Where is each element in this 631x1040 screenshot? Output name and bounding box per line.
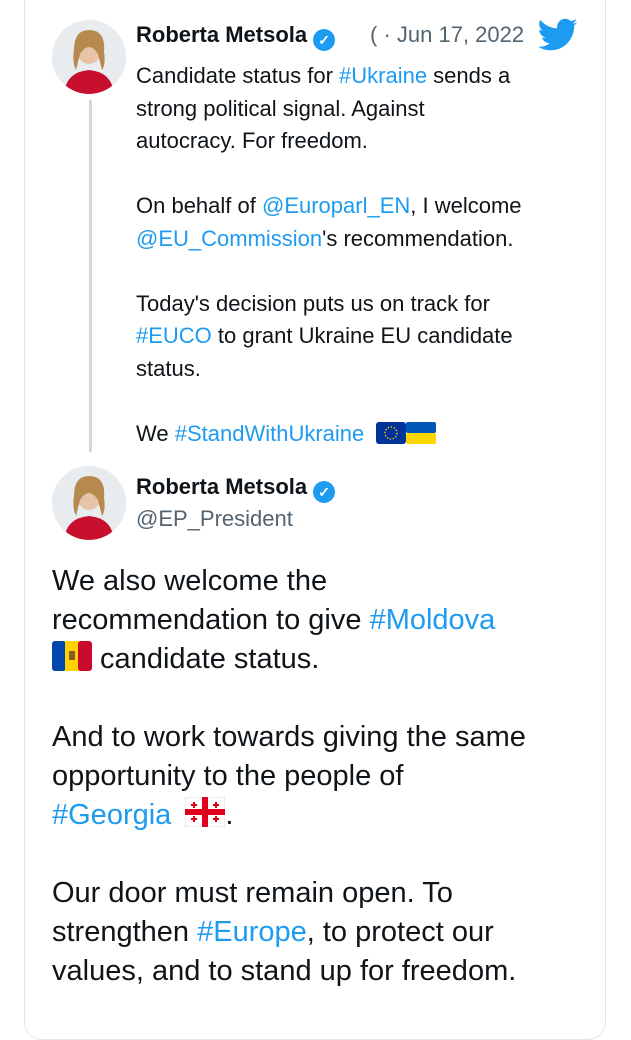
hashtag-europe[interactable]: #Europe xyxy=(197,916,307,948)
ukraine-flag-icon xyxy=(406,421,437,444)
tweet1-line: Candidate status for #Ukraine sends a xyxy=(136,63,511,88)
author-avatar[interactable] xyxy=(52,466,126,540)
hashtag-euco[interactable]: #EUCO xyxy=(136,323,212,348)
tweet1-line: On behalf of @Europarl_EN, I welcome xyxy=(136,193,522,218)
mention-eu-commission[interactable]: @EU_Commission xyxy=(136,226,322,251)
tweet1-line: status. xyxy=(136,355,201,381)
tweet2-line: #Georgia . xyxy=(52,797,234,831)
tweet2-body: We also welcome the recommendation to gi… xyxy=(52,562,612,991)
tweet1-body: Candidate status for #Ukraine sends a st… xyxy=(136,60,586,450)
tweet2-line: candidate status. xyxy=(52,640,612,679)
tweet2-line: recommendation to give #Moldova xyxy=(52,604,496,636)
tweet1-line: We #StandWithUkraine xyxy=(136,418,586,451)
author-avatar[interactable] xyxy=(52,20,126,94)
tweet2-line: values, and to stand up for freedom. xyxy=(52,955,517,987)
tweet-date[interactable]: Jun 17, 2022 xyxy=(397,22,524,47)
tweet2-line: opportunity to the people of xyxy=(52,760,404,792)
hashtag-ukraine[interactable]: #Ukraine xyxy=(339,63,427,88)
tweet1-line: #EUCO to grant Ukraine EU candidate xyxy=(136,323,513,348)
hashtag-georgia[interactable]: #Georgia xyxy=(52,799,171,831)
verified-badge-icon: ✓ xyxy=(313,481,336,503)
thread-line xyxy=(89,100,92,452)
tweet-meta: ( · Jun 17, 2022 xyxy=(370,22,525,47)
hashtag-moldova[interactable]: #Moldova xyxy=(370,604,496,636)
hashtag-standwithukraine[interactable]: #StandWithUkraine xyxy=(175,421,365,446)
tweet2-line: Our door must remain open. To xyxy=(52,877,453,909)
verified-badge-icon: ✓ xyxy=(313,29,336,51)
eu-flag-icon xyxy=(376,421,407,444)
tweet1-line: @EU_Commission's recommendation. xyxy=(136,225,514,251)
author-name[interactable]: Roberta Metsola ✓ xyxy=(136,474,336,503)
author-name[interactable]: Roberta Metsola ✓ xyxy=(136,22,336,51)
handle-fragment: ( xyxy=(370,22,378,47)
mention-europarl[interactable]: @Europarl_EN xyxy=(262,193,410,218)
tweet2-line: We also welcome the xyxy=(52,565,328,597)
tweet1-line: Today's decision puts us on track for xyxy=(136,290,490,316)
twitter-bird-icon[interactable] xyxy=(538,18,578,52)
author-handle[interactable]: @EP_President xyxy=(136,506,293,532)
tweet1-line: autocracy. For freedom. xyxy=(136,128,368,153)
tweet2-line: strengthen #Europe, to protect our xyxy=(52,916,494,948)
tweet2-line: And to work towards giving the same xyxy=(52,721,526,753)
tweet1-line: strong political signal. Against xyxy=(136,95,425,121)
moldova-flag-icon xyxy=(52,641,92,671)
georgia-flag-icon xyxy=(185,797,226,827)
